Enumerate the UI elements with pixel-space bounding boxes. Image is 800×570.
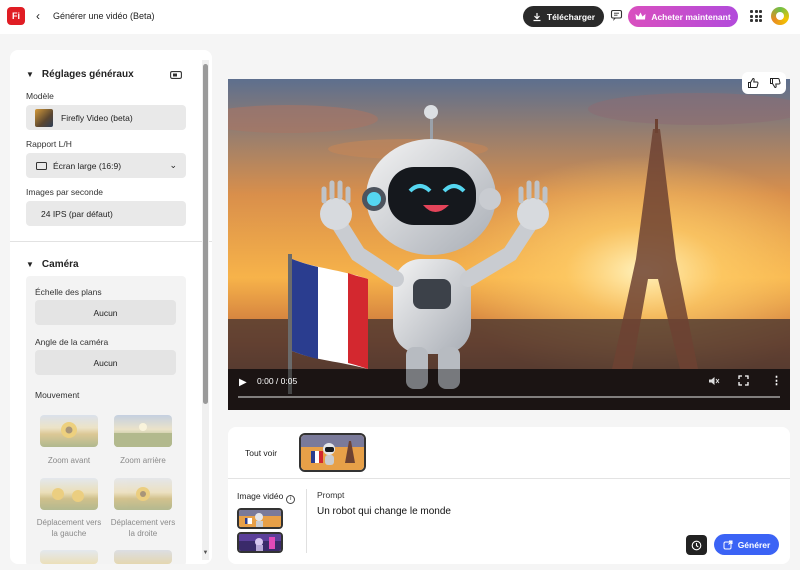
- download-icon: [533, 12, 541, 21]
- avatar[interactable]: [771, 7, 789, 25]
- thumbs-down-icon[interactable]: [769, 77, 781, 89]
- video-controls: ▶ 0:00 / 0:05 ⋮: [228, 370, 790, 410]
- model-value: Firefly Video (beta): [61, 112, 133, 123]
- video-image-label: Image vidéo: [237, 491, 284, 501]
- generate-label: Générer: [737, 539, 771, 550]
- buy-now-label: Acheter maintenant: [651, 11, 731, 22]
- prompt-label: Prompt: [317, 490, 345, 500]
- chevron-down-icon: ▼: [26, 260, 34, 269]
- fps-select[interactable]: 24 IPS (par défaut): [26, 201, 186, 226]
- motion-pan-right-label: Déplacement vers la droite: [110, 518, 176, 538]
- video-progress-bar[interactable]: [238, 396, 780, 398]
- model-thumbnail: [35, 108, 53, 127]
- generate-button[interactable]: Générer: [714, 534, 779, 555]
- buy-now-button[interactable]: Acheter maintenant: [628, 6, 738, 27]
- aspect-ratio-value: Écran large (16:9): [53, 160, 122, 171]
- apps-grid-icon[interactable]: [750, 10, 762, 22]
- reference-image-1[interactable]: [237, 508, 283, 529]
- prompt-input[interactable]: Un robot qui change le monde: [317, 506, 451, 517]
- reference-image-2[interactable]: [237, 532, 283, 553]
- motion-pan-right-thumbnail[interactable]: [114, 478, 172, 510]
- camera-section-header[interactable]: ▼ Caméra: [26, 259, 79, 270]
- model-label: Modèle: [26, 91, 54, 101]
- fps-value: 24 IPS (par défaut): [41, 208, 113, 219]
- video-image-label-row: Image vidéo i: [237, 491, 296, 504]
- section-divider: [10, 241, 212, 242]
- motion-zoom-in-thumbnail[interactable]: [40, 415, 98, 447]
- motion-zoom-out-thumbnail[interactable]: [114, 415, 172, 447]
- volume-muted-icon[interactable]: [708, 376, 720, 386]
- scroll-down-arrow[interactable]: ▼: [202, 550, 209, 556]
- shot-size-value: Aucun: [93, 307, 118, 318]
- camera-section-title: Caméra: [41, 259, 79, 270]
- firefly-logo[interactable]: Fi: [7, 7, 25, 25]
- rating-buttons: [742, 72, 786, 94]
- video-frame: [228, 79, 790, 410]
- play-icon[interactable]: ▶: [239, 377, 247, 388]
- chevron-down-icon: ⌄: [169, 160, 177, 170]
- history-icon: [691, 540, 702, 550]
- feedback-icon[interactable]: [610, 9, 623, 22]
- model-select[interactable]: Firefly Video (beta): [26, 105, 186, 130]
- chevron-left-icon[interactable]: ‹: [36, 9, 40, 23]
- sidebar-scrollbar[interactable]: ▼: [202, 60, 209, 560]
- motion-thumbnail[interactable]: [114, 550, 172, 564]
- shot-size-label: Échelle des plans: [35, 287, 102, 297]
- settings-panel: ▼ Réglages généraux Modèle Firefly Video…: [10, 50, 212, 564]
- video-player[interactable]: [228, 79, 790, 410]
- general-settings-title: Réglages généraux: [41, 69, 134, 80]
- prompt-panel: Image vidéo i Prompt Un robot qui change …: [228, 479, 790, 564]
- fullscreen-icon[interactable]: [738, 375, 749, 386]
- motion-zoom-out-label: Zoom arrière: [120, 456, 166, 465]
- motion-zoom-in-label: Zoom avant: [47, 456, 91, 465]
- camera-angle-label: Angle de la caméra: [35, 337, 109, 347]
- info-icon[interactable]: i: [286, 495, 296, 504]
- motion-pan-left-label: Déplacement vers la gauche: [36, 518, 102, 538]
- motion-pan-left-thumbnail[interactable]: [40, 478, 98, 510]
- camera-angle-select[interactable]: Aucun: [35, 350, 176, 375]
- chevron-down-icon: ▼: [26, 70, 34, 79]
- motion-thumbnail[interactable]: [40, 550, 98, 564]
- page-title: Générer une vidéo (Beta): [53, 11, 155, 21]
- generation-strip: Tout voir: [228, 427, 790, 479]
- fps-label: Images par seconde: [26, 187, 104, 197]
- general-settings-header[interactable]: ▼ Réglages généraux: [26, 69, 134, 80]
- video-time: 0:00 / 0:05: [257, 376, 298, 386]
- download-button[interactable]: Télécharger: [523, 6, 604, 27]
- history-button[interactable]: [686, 535, 707, 555]
- vertical-divider: [306, 489, 307, 553]
- download-label: Télécharger: [546, 11, 596, 22]
- generated-video-thumbnail[interactable]: [299, 433, 366, 472]
- more-options-icon[interactable]: ⋮: [771, 374, 782, 387]
- thumbs-up-icon[interactable]: [747, 77, 759, 89]
- camera-toggle-icon[interactable]: [170, 70, 182, 80]
- aspect-ratio-select[interactable]: Écran large (16:9) ⌄: [26, 153, 186, 178]
- aspect-ratio-label: Rapport L/H: [26, 139, 72, 149]
- camera-angle-value: Aucun: [93, 357, 118, 368]
- motion-label: Mouvement: [35, 390, 80, 400]
- top-bar: Fi ‹ Générer une vidéo (Beta) Télécharge…: [0, 0, 800, 34]
- widescreen-icon: [36, 161, 47, 170]
- crown-icon: [635, 12, 646, 20]
- see-all-link[interactable]: Tout voir: [245, 448, 277, 458]
- scroll-thumb[interactable]: [203, 64, 208, 404]
- generate-icon: [723, 540, 733, 549]
- shot-size-select[interactable]: Aucun: [35, 300, 176, 325]
